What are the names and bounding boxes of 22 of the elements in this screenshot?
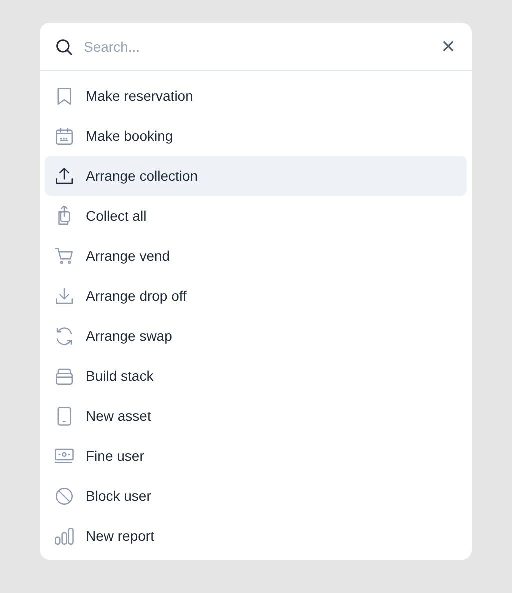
- clear-button[interactable]: ×: [438, 38, 458, 56]
- menu-item[interactable]: Collect all: [45, 196, 467, 236]
- menu-item[interactable]: Build stack: [45, 356, 467, 396]
- menu-item[interactable]: New asset: [45, 396, 467, 436]
- menu-item[interactable]: Arrange swap: [45, 316, 467, 356]
- menu-item[interactable]: Make reservation: [45, 76, 467, 116]
- download-icon: [54, 286, 75, 306]
- bar-chart-icon: [54, 526, 75, 546]
- menu-item[interactable]: Block user: [45, 476, 467, 516]
- menu-item[interactable]: Make booking: [45, 116, 467, 156]
- menu-item[interactable]: Fine user: [45, 436, 467, 476]
- block-icon: [54, 486, 75, 506]
- refresh-icon: [54, 326, 75, 346]
- menu-item[interactable]: New report: [45, 516, 467, 556]
- menu-item[interactable]: Arrange collection: [45, 156, 467, 196]
- calendar-icon: [54, 126, 75, 146]
- menu-item[interactable]: Arrange vend: [45, 236, 467, 276]
- upload-icon: [54, 166, 75, 186]
- search-icon: [54, 36, 74, 56]
- menu-item[interactable]: Arrange drop off: [45, 276, 467, 316]
- search-field[interactable]: Search...: [84, 38, 429, 54]
- cart-icon: [54, 246, 75, 266]
